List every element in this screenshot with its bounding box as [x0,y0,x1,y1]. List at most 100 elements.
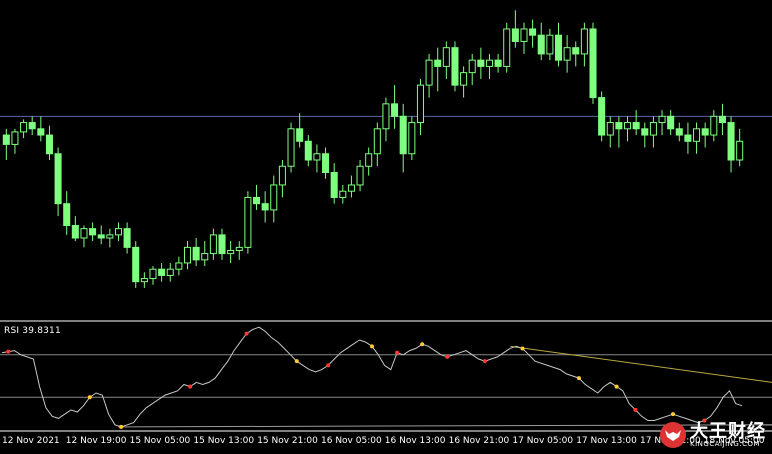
rsi-low-point [87,395,92,400]
candle-body [710,115,718,136]
candle-body [37,128,45,136]
candle-body [45,134,53,155]
watermark: 大王财经 KINGCAIJING.COM [660,422,766,448]
rsi-low-point [294,359,299,364]
candle-body [511,28,519,42]
bull-logo-icon [660,422,686,448]
candle-body [253,196,261,205]
candle-body [408,122,416,155]
candle-body [313,153,321,161]
candle-body [322,153,330,173]
x-tick-label: 15 Nov 13:00 [193,436,255,446]
candle-body [261,203,269,211]
candle-body [468,59,476,74]
x-tick-label: 12 Nov 2021 [2,436,60,446]
rsi-low-point [370,344,374,349]
x-tick-label: 17 Nov 05:00 [512,436,574,446]
rsi-high-point [482,359,487,364]
rsi-high-point [326,363,331,368]
candle-body [727,122,735,161]
watermark-english-text: KINGCAIJING.COM [690,439,761,448]
candle-body [63,203,71,227]
rsi-low-point [614,384,619,389]
candle-body [235,246,243,251]
candle-body [158,268,166,276]
candle-body [209,234,217,255]
candle-body [132,246,140,283]
rsi-high-point [633,407,638,412]
candle-body [391,103,399,117]
candle-body [572,47,580,55]
candle-body [166,268,174,276]
rsi-high-point [244,331,249,336]
candle-body [624,122,632,130]
candle-body [718,115,726,124]
rsi-low-point [119,424,124,429]
candle-body [54,153,62,205]
candle-body [296,128,304,142]
candle-body [580,28,588,55]
candle-body [80,228,88,239]
candle-body [356,165,364,186]
candle-body [693,128,701,142]
candle-body [520,28,528,42]
candle-body [2,134,10,145]
candle-body [218,234,226,255]
rsi-value-label: RSI 39.8311 [4,326,61,336]
rsi-high-point [395,350,400,355]
chart-canvas [0,10,772,432]
candle-body [304,140,312,161]
candle-body [589,28,597,99]
candle-body [701,128,709,136]
rsi-low-point [420,342,425,347]
candle-body [278,165,286,186]
candle-body [606,122,614,136]
rsi-series-line [1,326,743,428]
candle-body [149,268,157,280]
x-tick-label: 16 Nov 05:00 [321,436,382,446]
candle-body [71,225,79,239]
candle-body [494,59,502,67]
candle-body [434,59,442,67]
x-tick-label: 12 Nov 19:00 [65,436,127,446]
rsi-upper-trendline [510,345,772,383]
candle-body [503,28,511,67]
candle-body [330,171,338,198]
candle-body [460,72,468,86]
candle-body [563,47,571,61]
candle-body [736,140,744,161]
x-tick-label: 15 Nov 21:00 [257,436,318,446]
rsi-high-point [445,354,450,359]
candle-body [347,184,355,192]
candle-body [632,122,640,130]
candle-body [89,228,97,236]
candle-body [192,246,200,261]
candle-body [667,115,675,130]
candle-body [11,131,19,145]
candle-body [244,196,252,248]
x-tick-label: 17 Nov 13:00 [576,436,637,446]
candle-body [416,84,424,124]
candle-body [339,190,347,198]
candle-body [123,228,131,248]
candle-body [382,103,390,130]
candle-body [477,59,485,67]
candle-body [97,234,105,239]
x-tick-label: 15 Nov 05:00 [129,436,191,446]
candle-body [28,122,36,130]
candle-body [20,122,28,133]
candle-body [537,34,545,55]
candle-body [546,34,554,55]
rsi-indicator-pane [0,326,772,429]
candle-body [270,184,278,211]
candle-body [658,115,666,124]
rsi-low-point [576,376,581,381]
candle-body [554,34,563,61]
candle-body [201,253,209,261]
candle-body [675,128,683,136]
candle-body [106,234,114,239]
candle-body [529,28,537,36]
candle-body [227,249,235,255]
rsi-low-point [520,346,525,351]
candle-body [485,59,493,67]
